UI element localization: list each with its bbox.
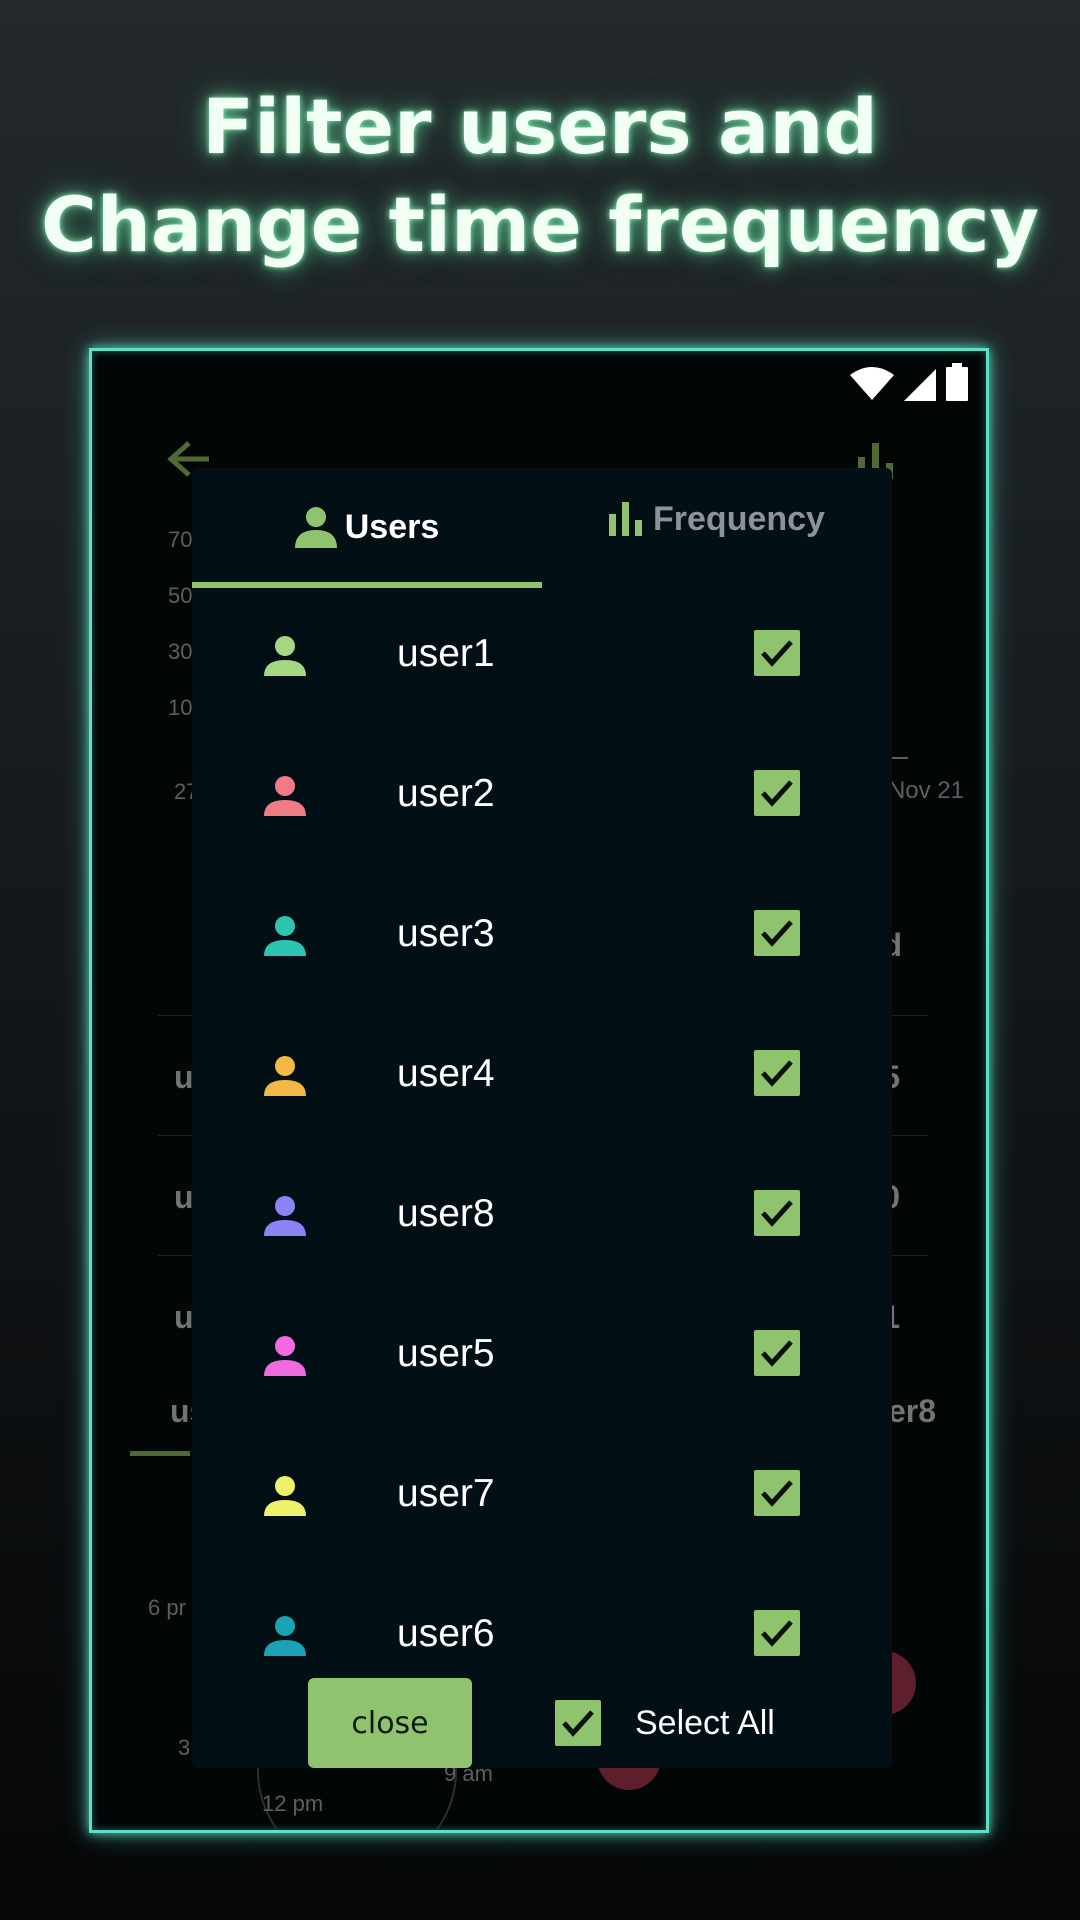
bar-chart-icon bbox=[609, 502, 643, 536]
headline-line-1: Filter users and bbox=[202, 82, 878, 171]
person-icon bbox=[264, 1056, 306, 1096]
person-icon bbox=[294, 507, 337, 548]
tab-frequency[interactable]: Frequency bbox=[542, 460, 892, 578]
row-label: u bbox=[174, 1059, 194, 1095]
user-name: user4 bbox=[397, 1052, 495, 1095]
dialog-tabs: Users Frequency bbox=[192, 468, 892, 588]
tab-users[interactable]: Users bbox=[192, 468, 542, 586]
person-icon bbox=[264, 1476, 306, 1516]
person-icon bbox=[264, 636, 306, 676]
dialog-footer: close Select All bbox=[192, 1678, 892, 1768]
list-item[interactable]: user5 bbox=[192, 1286, 892, 1426]
close-button[interactable]: close bbox=[308, 1678, 472, 1768]
x-tick-right: Nov 21 bbox=[887, 777, 964, 804]
user-name: user2 bbox=[397, 772, 495, 815]
user-checkbox[interactable] bbox=[754, 770, 800, 816]
user-checkbox[interactable] bbox=[754, 910, 800, 956]
clock-label: 12 pm bbox=[262, 1791, 324, 1816]
y-tick: 50 bbox=[168, 583, 193, 608]
user-list: user1 user2 user3 user4 user8 user5 user7 user6 bbox=[192, 586, 892, 1686]
list-item[interactable]: user2 bbox=[192, 726, 892, 866]
select-all-label: Select All bbox=[635, 1704, 775, 1742]
checkmark-icon bbox=[761, 1340, 793, 1367]
bg-tab-underline bbox=[130, 1451, 190, 1456]
user-checkbox[interactable] bbox=[754, 1190, 800, 1236]
user-name: user8 bbox=[397, 1192, 495, 1235]
checkmark-icon bbox=[761, 780, 793, 807]
y-tick: 30 bbox=[168, 639, 193, 664]
person-icon bbox=[264, 1336, 306, 1376]
checkmark-icon bbox=[761, 1060, 793, 1087]
checkmark-icon bbox=[761, 920, 793, 947]
checkmark-icon bbox=[761, 640, 793, 667]
user-checkbox[interactable] bbox=[754, 1470, 800, 1516]
select-all-checkbox[interactable] bbox=[555, 1700, 601, 1746]
user-name: user7 bbox=[397, 1472, 495, 1515]
user-checkbox[interactable] bbox=[754, 1330, 800, 1376]
tab-users-label: Users bbox=[344, 507, 440, 546]
person-icon bbox=[264, 916, 306, 956]
bg-tab-right: er8 bbox=[887, 1393, 936, 1429]
row-label: u bbox=[174, 1179, 194, 1215]
y-tick: 10 bbox=[168, 695, 193, 720]
phone-screen: 70 50 30 10 27 Nov 21 d u 5 u 0 u 1 us e… bbox=[89, 348, 989, 1833]
checkmark-icon bbox=[761, 1480, 793, 1507]
list-item[interactable]: user8 bbox=[192, 1146, 892, 1286]
tab-frequency-label: Frequency bbox=[653, 499, 825, 538]
user-name: user1 bbox=[397, 632, 495, 675]
headline: Filter users and Change time frequency bbox=[0, 78, 1080, 274]
list-item[interactable]: user6 bbox=[192, 1566, 892, 1686]
user-name: user5 bbox=[397, 1332, 495, 1375]
list-item[interactable]: user1 bbox=[192, 586, 892, 726]
list-item[interactable]: user3 bbox=[192, 866, 892, 1006]
checkmark-icon bbox=[761, 1200, 793, 1227]
headline-line-2: Change time frequency bbox=[40, 180, 1040, 269]
checkmark-icon bbox=[761, 1620, 793, 1647]
user-checkbox[interactable] bbox=[754, 630, 800, 676]
row-label: u bbox=[174, 1299, 194, 1335]
user-name: user6 bbox=[397, 1612, 495, 1655]
person-icon bbox=[264, 1196, 306, 1236]
clock-label: 3 bbox=[178, 1735, 191, 1760]
filter-dialog: Users Frequency user1 user2 user3 user4 user… bbox=[192, 468, 892, 1768]
list-item[interactable]: user4 bbox=[192, 1006, 892, 1146]
y-tick: 70 bbox=[168, 527, 193, 552]
user-checkbox[interactable] bbox=[754, 1050, 800, 1096]
user-checkbox[interactable] bbox=[754, 1610, 800, 1656]
person-icon bbox=[264, 1616, 306, 1656]
user-name: user3 bbox=[397, 912, 495, 955]
list-item[interactable]: user7 bbox=[192, 1426, 892, 1566]
person-icon bbox=[264, 776, 306, 816]
clock-label: 6 pr bbox=[148, 1595, 186, 1620]
checkmark-icon bbox=[562, 1710, 594, 1737]
